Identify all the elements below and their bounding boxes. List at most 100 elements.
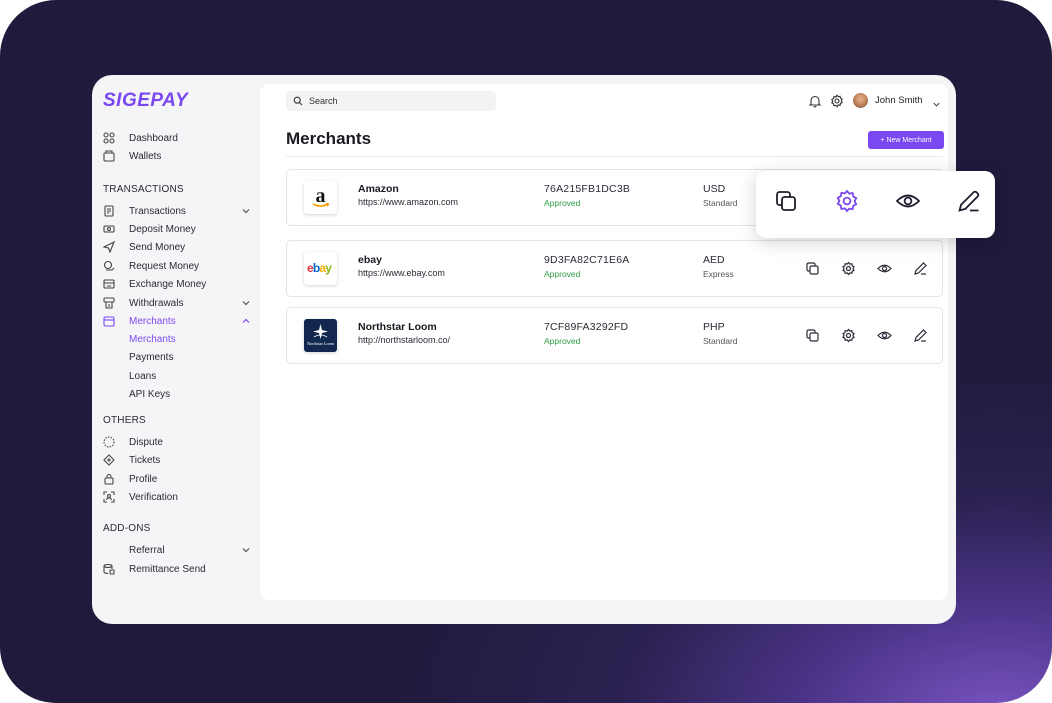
user-name[interactable]: John Smith (875, 95, 923, 106)
withdraw-icon (103, 297, 115, 309)
copy-icon[interactable] (773, 188, 799, 214)
svg-text:a: a (316, 185, 326, 207)
face-scan-icon (103, 491, 115, 503)
sidebar-subitem-merchants[interactable]: Merchants (129, 333, 176, 347)
merchant-id: 9D3FA82C71E6A (544, 254, 630, 266)
edit-icon[interactable] (913, 261, 928, 276)
avatar[interactable] (853, 93, 868, 108)
status-badge: Approved (544, 269, 581, 279)
sidebar-item-dashboard[interactable]: Dashboard (103, 129, 251, 147)
sidebar-subitem-payments[interactable]: Payments (129, 351, 173, 365)
chevron-down-icon[interactable] (241, 298, 251, 308)
dispute-icon (103, 436, 115, 448)
sidebar-item-label: Request Money (129, 260, 200, 272)
merchant-name: Amazon (358, 183, 399, 195)
section-addons: ADD-ONS (103, 523, 151, 534)
gear-icon[interactable] (841, 261, 856, 276)
chevron-down-icon[interactable] (932, 96, 941, 107)
sidebar-item-label: Profile (129, 473, 158, 485)
chevron-up-icon[interactable] (241, 316, 251, 326)
sidebar-item-label: Dashboard (129, 132, 178, 144)
section-others: OTHERS (103, 415, 146, 426)
ebay-logo: ebay (304, 252, 337, 285)
sidebar-subitem-loans[interactable]: Loans (129, 370, 156, 384)
sidebar-item-remittance-send[interactable]: Remittance Send (103, 560, 251, 578)
merchant-url[interactable]: https://www.ebay.com (358, 268, 445, 278)
svg-text:Northstar Loom: Northstar Loom (307, 341, 335, 346)
sidebar-item-wallets[interactable]: Wallets (103, 147, 251, 165)
deposit-icon (103, 223, 115, 235)
copy-icon[interactable] (805, 261, 820, 276)
search-input[interactable]: Search (286, 91, 496, 111)
merchant-url[interactable]: https://www.amazon.com (358, 197, 458, 207)
sidebar-item-deposit-money[interactable]: Deposit Money (103, 220, 251, 238)
sidebar-item-label: Send Money (129, 241, 186, 253)
sidebar-item-transactions[interactable]: Transactions (103, 202, 251, 220)
status-badge: Approved (544, 198, 581, 208)
sidebar-item-exchange-money[interactable]: Exchange Money (103, 275, 251, 293)
referral-icon (103, 544, 115, 556)
wallet-icon (103, 150, 115, 162)
sidebar-item-label: Referral (129, 544, 165, 556)
app-window: SIGEPAY Dashboard Wallets TRANSACTIONS T… (92, 75, 956, 624)
search-placeholder: Search (309, 96, 338, 106)
sidebar-item-tickets[interactable]: Tickets (103, 451, 251, 469)
merchant-currency: USD (703, 183, 726, 195)
merchant-name: ebay (358, 254, 382, 266)
edit-icon[interactable] (913, 328, 928, 343)
sidebar-item-dispute[interactable]: Dispute (103, 433, 251, 451)
request-money-icon (103, 260, 115, 272)
search-icon (293, 96, 303, 106)
sidebar-subitem-api-keys[interactable]: API Keys (129, 388, 170, 402)
merchant-card[interactable]: ebay ebay https://www.ebay.com 9D3FA82C7… (286, 240, 943, 297)
chevron-down-icon[interactable] (241, 206, 251, 216)
action-toolbar-popup (756, 171, 995, 238)
eye-icon[interactable] (895, 188, 921, 214)
merchant-url[interactable]: http://northstarloom.co/ (358, 335, 450, 345)
sidebar-item-label: Verification (129, 491, 178, 503)
merchant-currency: PHP (703, 321, 725, 333)
sidebar-item-merchants[interactable]: Merchants (103, 312, 251, 330)
eye-icon[interactable] (877, 261, 892, 276)
northstar-loom-logo: Northstar Loom (304, 319, 337, 352)
exchange-icon (103, 278, 115, 290)
sidebar-item-profile[interactable]: Profile (103, 470, 251, 488)
eye-icon[interactable] (877, 328, 892, 343)
lock-icon (103, 473, 115, 485)
sidebar-item-send-money[interactable]: Send Money (103, 238, 251, 256)
sidebar-item-label: Deposit Money (129, 223, 196, 235)
merchant-plan: Standard (703, 336, 738, 346)
bell-icon[interactable] (808, 94, 822, 108)
merchant-name: Northstar Loom (358, 321, 437, 333)
ticket-icon (103, 454, 115, 466)
edit-icon[interactable] (956, 188, 982, 214)
sidebar-item-label: Tickets (129, 454, 161, 466)
new-merchant-button[interactable]: + New Merchant (868, 131, 944, 149)
amazon-logo: a (304, 181, 337, 214)
sidebar: SIGEPAY Dashboard Wallets TRANSACTIONS T… (92, 75, 260, 624)
merchant-card[interactable]: Northstar Loom Northstar Loom http://nor… (286, 307, 943, 364)
gear-icon[interactable] (841, 328, 856, 343)
receipt-icon (103, 205, 115, 217)
dashboard-grid-icon (103, 132, 115, 144)
gear-icon[interactable] (830, 94, 844, 108)
remittance-icon (103, 563, 115, 575)
chevron-down-icon[interactable] (241, 545, 251, 555)
merchant-plan: Express (703, 269, 734, 279)
merchant-plan: Standard (703, 198, 738, 208)
gear-icon[interactable] (834, 188, 860, 214)
sidebar-item-withdrawals[interactable]: Withdrawals (103, 294, 251, 312)
merchant-currency: AED (703, 254, 725, 266)
sidebar-item-label: Merchants (129, 315, 176, 327)
merchant-id: 76A215FB1DC3B (544, 183, 631, 195)
sidebar-item-verification[interactable]: Verification (103, 488, 251, 506)
sidebar-item-referral[interactable]: Referral (103, 541, 251, 559)
sidebar-item-label: Remittance Send (129, 563, 206, 575)
main-content: Search John Smith Merchants + New Mercha… (260, 84, 948, 600)
section-transactions: TRANSACTIONS (103, 184, 184, 195)
page-title: Merchants (286, 129, 372, 148)
sidebar-item-request-money[interactable]: Request Money (103, 257, 251, 275)
copy-icon[interactable] (805, 328, 820, 343)
merchant-id: 7CF89FA3292FD (544, 321, 629, 333)
background-frame: SIGEPAY Dashboard Wallets TRANSACTIONS T… (0, 0, 1052, 703)
